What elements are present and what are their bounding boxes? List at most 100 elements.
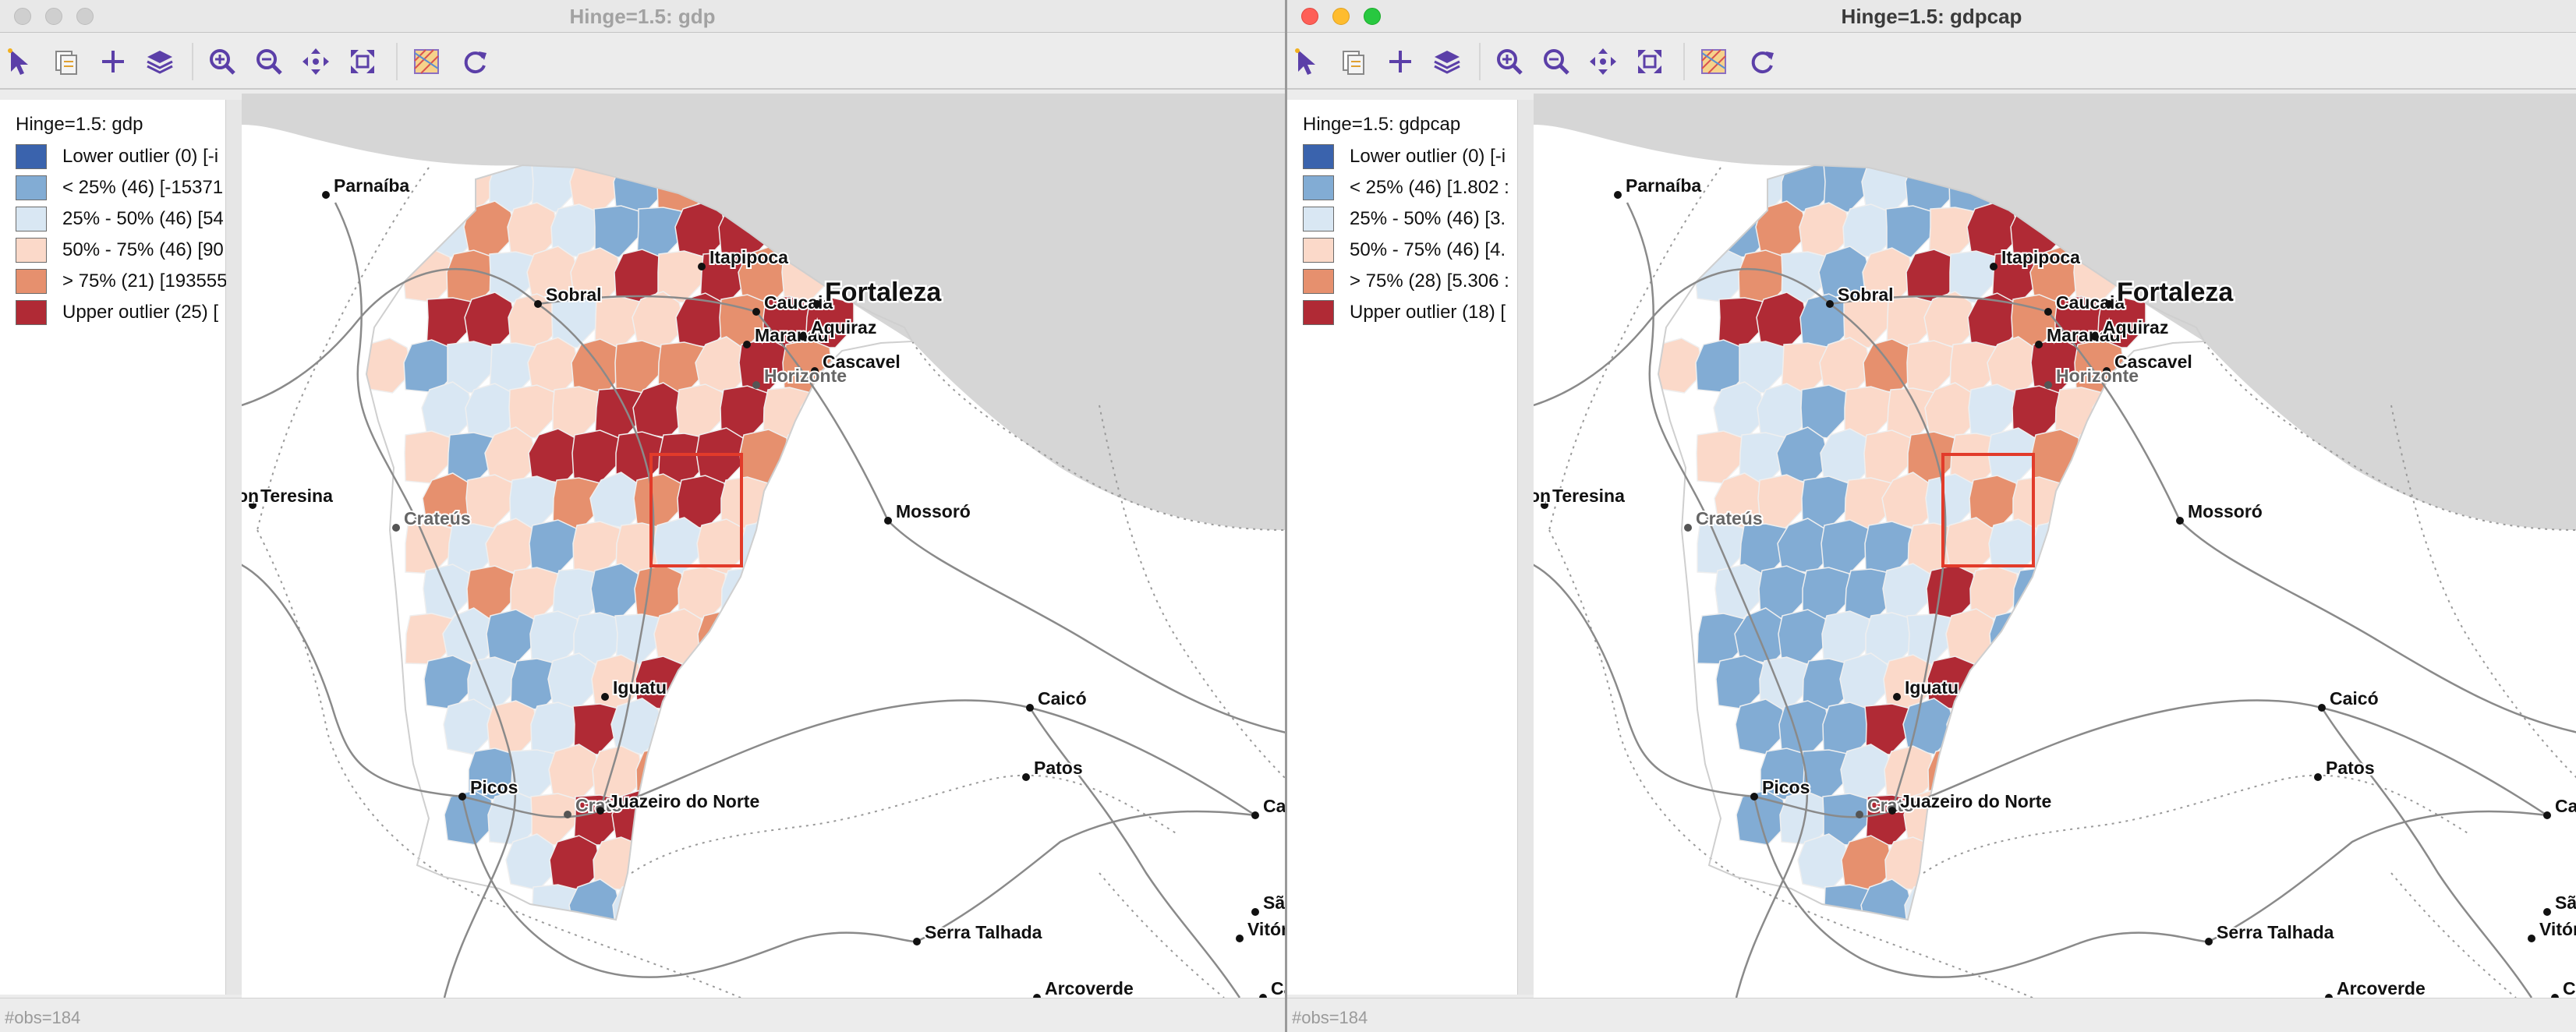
municipality[interactable]: [1904, 880, 1957, 935]
municipality[interactable]: [1970, 839, 2020, 891]
municipality[interactable]: [2033, 611, 2083, 665]
legend-label: Lower outlier (0) [-i: [1350, 146, 1506, 167]
city-dot: [2105, 300, 2113, 308]
map-legend[interactable]: Hinge=1.5: gdpcap Lower outlier (0) [-i <…: [1287, 100, 1518, 995]
full-extent-button[interactable]: [346, 45, 379, 78]
municipality[interactable]: [2093, 472, 2146, 529]
municipality[interactable]: [678, 839, 728, 891]
municipality[interactable]: [529, 519, 581, 574]
copy-button[interactable]: [1337, 45, 1370, 78]
city-label: Itapipoca: [2001, 247, 2080, 267]
municipality[interactable]: [1946, 699, 1999, 755]
city-dot: [1251, 811, 1259, 819]
map-canvas[interactable]: Parnaíba Sobral Itapipoca Caucaia Fortaleza M…: [242, 94, 1285, 998]
municipality[interactable]: [801, 472, 855, 529]
municipality[interactable]: [2012, 567, 2062, 620]
full-extent-button[interactable]: [1633, 45, 1666, 78]
legend-splitter[interactable]: [226, 100, 242, 995]
city-campina-grande: Campina Grande: [2543, 794, 2576, 819]
municipality[interactable]: [2033, 702, 2083, 755]
copy-button[interactable]: [50, 45, 83, 78]
basemap-button[interactable]: [410, 45, 443, 78]
map-window-gdpcap: Hinge=1.5: gdpcap Hinge=1.5: gdpcap Lowe…: [1285, 0, 2576, 1032]
municipality[interactable]: [802, 655, 855, 710]
municipality[interactable]: [784, 613, 833, 665]
pointer-button[interactable]: [1290, 45, 1323, 78]
layers-button[interactable]: [143, 45, 176, 78]
zoom-in-icon: [210, 49, 235, 75]
municipality[interactable]: [2051, 653, 2104, 710]
municipality[interactable]: [720, 567, 770, 620]
municipality[interactable]: [2031, 429, 2083, 484]
municipality[interactable]: [1821, 519, 1873, 574]
municipality[interactable]: [759, 653, 812, 710]
municipality[interactable]: [2032, 520, 2083, 574]
pan-button[interactable]: [1587, 45, 1619, 78]
basemap-button[interactable]: [1697, 45, 1730, 78]
city-dot: [2091, 333, 2099, 341]
municipality[interactable]: [741, 611, 791, 665]
status-bar: #obs=184: [1287, 998, 2576, 1032]
municipality[interactable]: [739, 429, 791, 484]
municipality[interactable]: [784, 704, 833, 755]
municipality[interactable]: [571, 338, 623, 394]
city-dot: [698, 263, 706, 270]
municipality[interactable]: [2075, 613, 2125, 665]
legend-label: Lower outlier (0) [-i: [62, 146, 219, 167]
zoom-out-button[interactable]: [253, 45, 285, 78]
city-crate-s: Crateús: [392, 507, 472, 532]
zoom-in-button[interactable]: [1493, 45, 1526, 78]
municipality[interactable]: [2075, 430, 2125, 484]
municipality[interactable]: [678, 657, 728, 710]
municipality[interactable]: [1970, 657, 2020, 710]
layers-button[interactable]: [1431, 45, 1463, 78]
city-dot: [534, 300, 542, 308]
municipality[interactable]: [740, 520, 791, 574]
municipality[interactable]: [1863, 338, 1915, 394]
municipality[interactable]: [741, 702, 791, 755]
municipality[interactable]: [783, 430, 833, 484]
municipality[interactable]: [784, 521, 833, 574]
choropleth-map[interactable]: Parnaíba Sobral Itapipoca CaucaiaFortaleza M…: [242, 94, 1285, 998]
municipality[interactable]: [1990, 701, 2041, 755]
municipality-layer[interactable]: [360, 157, 855, 935]
pointer-button[interactable]: [3, 45, 36, 78]
municipality[interactable]: [612, 880, 665, 935]
municipality[interactable]: [2093, 564, 2146, 620]
city-label: Caucaia: [764, 292, 833, 313]
zoom-in-button[interactable]: [206, 45, 239, 78]
title-bar[interactable]: Hinge=1.5: gdpcap: [1287, 0, 2576, 33]
refresh-button[interactable]: [458, 45, 491, 78]
municipality[interactable]: [720, 659, 770, 710]
city-label: Picos: [1762, 777, 1810, 797]
city-dot: [2176, 517, 2184, 525]
choropleth-map[interactable]: Parnaíba Sobral Itapipoca CaucaiaFortaleza M…: [1534, 94, 2576, 998]
municipality[interactable]: [698, 701, 749, 755]
municipality[interactable]: [654, 699, 707, 755]
municipality[interactable]: [2075, 704, 2125, 755]
map-canvas[interactable]: Parnaíba Sobral Itapipoca Caucaia Fortaleza M…: [1534, 94, 2576, 998]
zoom-out-button[interactable]: [1540, 45, 1573, 78]
refresh-button[interactable]: [1746, 45, 1778, 78]
municipality[interactable]: [801, 564, 855, 620]
municipality[interactable]: [758, 562, 812, 620]
municipality[interactable]: [2094, 655, 2146, 710]
municipality[interactable]: [2054, 478, 2104, 529]
pan-button[interactable]: [299, 45, 332, 78]
add-button[interactable]: [97, 45, 129, 78]
city-dot: [1614, 191, 1622, 199]
legend-label: 25% - 50% (46) [3.: [1350, 208, 1506, 229]
municipality-layer[interactable]: [1652, 157, 2146, 935]
city-caru: Caru: [1259, 977, 1285, 998]
municipality[interactable]: [2075, 521, 2125, 574]
municipality[interactable]: [2012, 659, 2062, 710]
map-legend[interactable]: Hinge=1.5: gdp Lower outlier (0) [-i < 25…: [0, 100, 228, 995]
municipality[interactable]: [2050, 562, 2104, 620]
add-button[interactable]: [1384, 45, 1417, 78]
pan-icon: [1590, 48, 1616, 75]
title-bar[interactable]: Hinge=1.5: gdp: [0, 0, 1285, 33]
city-dot: [392, 524, 400, 532]
city-juazeiro-do-norte: Juazeiro do Norte: [1888, 790, 2053, 815]
municipality[interactable]: [763, 478, 812, 529]
legend-splitter[interactable]: [1518, 100, 1534, 995]
